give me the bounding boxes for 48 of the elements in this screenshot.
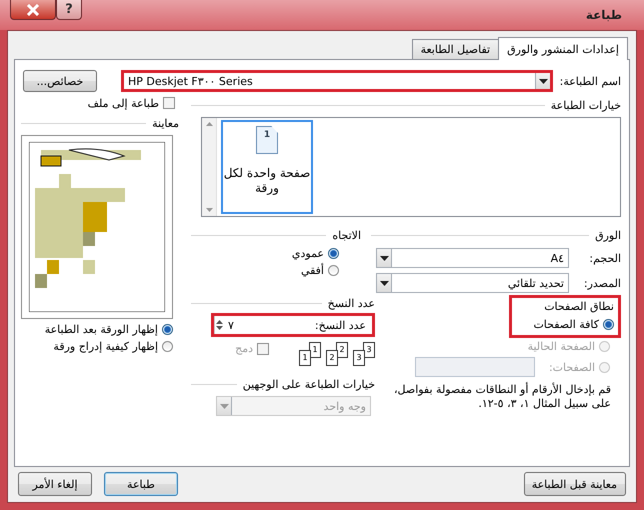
- pages-input-field[interactable]: [414, 357, 535, 377]
- collate-page: 3: [353, 350, 365, 366]
- radio-option[interactable]: كافة الصفحات: [516, 318, 614, 331]
- dropdown-arrow-icon: [380, 256, 388, 260]
- section-title: نطاق الصفحات: [543, 300, 614, 313]
- close-icon: [26, 4, 40, 16]
- properties-button[interactable]: خصائص...: [23, 70, 97, 92]
- section-title: خيارات الطباعة: [550, 98, 621, 112]
- collate-page: 1: [309, 342, 321, 358]
- field-label: المصدر:: [582, 276, 621, 290]
- printer-label: اسم الطباعة:: [558, 74, 621, 88]
- section-title: خيارات الطباعة على الوجهين: [242, 378, 375, 390]
- collate-page: 1: [299, 350, 311, 366]
- close-button[interactable]: [10, 0, 56, 20]
- dialog-button[interactable]: معاينة قبل الطباعة: [524, 472, 626, 496]
- option-label: صفحة واحدة لكل ورقة: [223, 166, 311, 196]
- collate-page: 2: [336, 342, 348, 358]
- dialog-button[interactable]: إلغاء الأمر: [18, 472, 92, 496]
- scrollbar[interactable]: [202, 118, 217, 216]
- copies-label: عدد النسخ:: [314, 318, 367, 332]
- section-title: عدد النسخ: [328, 296, 375, 310]
- help-button[interactable]: ?: [56, 0, 82, 20]
- copies-spinner[interactable]: ٧: [214, 316, 286, 334]
- radio-option[interactable]: أفقي: [191, 264, 339, 277]
- spin-arrows-icon: [215, 318, 224, 332]
- hint-text: قم بإدخال الأرقام أو النطاقات مفصولة بفواصل، على سبيل المثال ١، ٣، ٥-١٢.: [392, 383, 612, 412]
- dropdown-arrow-icon: [538, 78, 548, 84]
- field-label: الحجم:: [588, 252, 621, 264]
- window-title: طباعة: [586, 8, 622, 22]
- collate-page: 2: [326, 350, 338, 366]
- dropdown-arrow-icon: [380, 280, 388, 286]
- dropdown[interactable]: تحديد تلقائي: [376, 273, 569, 293]
- radio-option[interactable]: إظهار الورقة بعد الطباعة: [21, 323, 173, 336]
- radio-option[interactable]: إظهار كيفية إدراج ورقة: [21, 340, 173, 353]
- radio-option[interactable]: عمودي: [191, 247, 339, 260]
- tab[interactable]: إعدادات المنشور والورق: [498, 37, 628, 60]
- dialog-button[interactable]: طباعة: [104, 472, 178, 496]
- section-title: الورق: [595, 228, 621, 242]
- scroll-up-icon[interactable]: [206, 122, 212, 126]
- section-title: معاينة: [152, 116, 179, 130]
- page-icon: 1: [256, 126, 278, 154]
- print-to-file-checkbox[interactable]: طباعة إلى ملف: [21, 97, 175, 109]
- dropdown-arrow-icon: [220, 404, 228, 408]
- tab[interactable]: تفاصيل الطابعة: [412, 39, 500, 59]
- section-title: الاتجاه: [332, 228, 361, 242]
- dropdown[interactable]: A٤: [376, 248, 569, 268]
- collate-page: 3: [363, 342, 375, 358]
- scroll-down-icon[interactable]: [206, 208, 212, 212]
